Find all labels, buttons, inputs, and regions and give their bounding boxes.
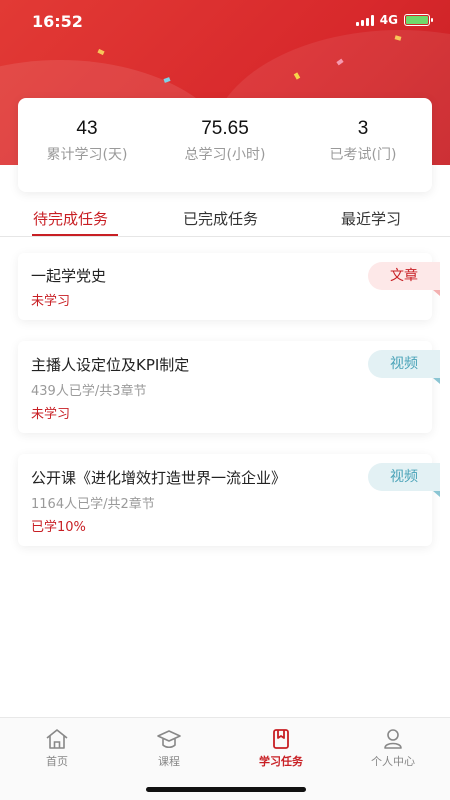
stat-label: 总学习(小时) [184,147,266,163]
task-title: 公开课《进化增效打造世界一流企业》 [31,469,287,487]
task-tabs: 待完成任务 已完成任务 最近学习 [0,200,450,237]
stat-study-days: 43 累计学习(天) [18,98,156,192]
stats-card: 43 累计学习(天) 75.65 总学习(小时) 3 已考试(门) [18,98,432,192]
type-badge-video: 视频 [368,463,440,491]
nav-label: 首页 [46,755,68,768]
status-time: 16:52 [32,12,83,31]
nav-label: 学习任务 [259,755,303,768]
task-card[interactable]: 主播人设定位及KPI制定 439人已学/共3章节 未学习 视频 [18,341,440,433]
task-status: 已学10% [31,520,86,535]
stat-label: 已考试(门) [329,147,397,163]
task-status: 未学习 [31,407,71,422]
active-tab-indicator [32,234,118,236]
task-card[interactable]: 公开课《进化增效打造世界一流企业》 1164人已学/共2章节 已学10% 视频 [18,454,440,546]
nav-courses[interactable]: 课程 [124,728,214,769]
task-card[interactable]: 一起学党史 未学习 文章 [18,253,440,320]
task-meta: 439人已学/共3章节 [31,384,147,399]
tab-recent[interactable]: 最近学习 [341,208,401,229]
task-status: 未学习 [31,294,71,309]
type-badge-article: 文章 [368,262,440,290]
home-icon [46,729,68,749]
stat-label: 累计学习(天) [46,147,128,163]
nav-profile[interactable]: 个人中心 [348,728,438,769]
tab-pending[interactable]: 待完成任务 [33,208,108,229]
nav-home[interactable]: 首页 [12,728,102,769]
nav-study-tasks[interactable]: 学习任务 [236,728,326,769]
tab-completed[interactable]: 已完成任务 [183,208,258,229]
task-meta: 1164人已学/共2章节 [31,497,155,512]
stat-study-hours: 75.65 总学习(小时) [156,98,294,192]
nav-label: 课程 [158,755,180,768]
nav-label: 个人中心 [371,755,415,768]
network-label: 4G [379,13,398,27]
stat-value: 75.65 [201,118,249,139]
stat-value: 43 [76,118,98,139]
bookmark-icon [273,729,289,749]
type-badge-video: 视频 [368,350,440,378]
user-icon [384,729,402,749]
signal-icon [355,14,374,26]
home-indicator [146,787,306,792]
graduation-cap-icon [157,730,181,749]
task-title: 主播人设定位及KPI制定 [31,356,190,374]
battery-icon [404,14,433,26]
stat-exams: 3 已考试(门) [294,98,432,192]
stat-value: 3 [357,118,369,139]
status-bar: 16:52 4G [0,0,450,44]
task-title: 一起学党史 [31,267,107,285]
confetti [97,48,105,56]
